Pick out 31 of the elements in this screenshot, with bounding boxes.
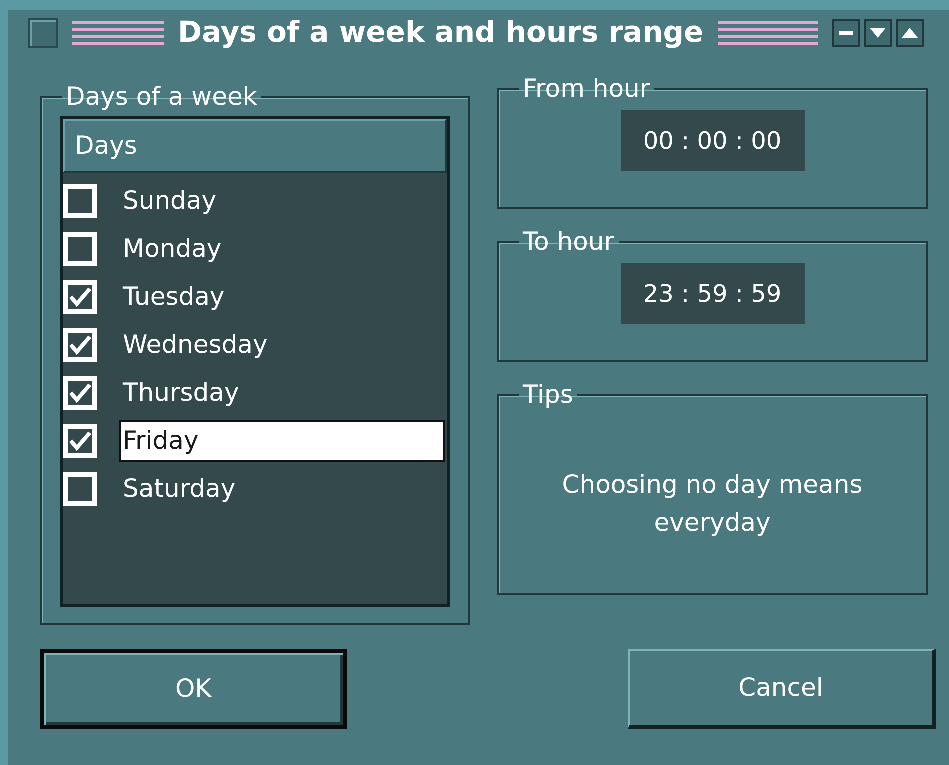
dialog-button[interactable]: Cancel: [628, 649, 936, 729]
time-field[interactable]: 23 : 59 : 59: [620, 263, 804, 324]
shade-down-button[interactable]: [864, 19, 892, 47]
checkbox[interactable]: [63, 184, 97, 218]
checked-checkbox[interactable]: [63, 280, 97, 314]
window-title: Days of a week and hours range: [178, 14, 704, 52]
checkbox[interactable]: [63, 472, 97, 506]
checked-checkbox[interactable]: [63, 328, 97, 362]
group-title: To hour: [522, 229, 616, 255]
window-menu-button[interactable]: [28, 18, 58, 48]
dialog-button[interactable]: OK: [40, 649, 347, 729]
checked-checkbox[interactable]: [63, 424, 97, 458]
minimize-button[interactable]: [832, 19, 860, 47]
day-label[interactable]: Thursday: [119, 374, 447, 412]
day-label[interactable]: Saturday: [119, 470, 447, 508]
checkbox[interactable]: [63, 232, 97, 266]
maximize-button[interactable]: [896, 19, 924, 47]
group-title: Days of a week: [65, 84, 258, 110]
time-field[interactable]: 00 : 00 : 00: [620, 110, 804, 171]
day-label[interactable]: Monday: [119, 230, 447, 268]
day-label[interactable]: Tuesday: [119, 278, 447, 316]
checked-checkbox[interactable]: [63, 376, 97, 410]
day-label[interactable]: Sunday: [119, 182, 447, 220]
column-header[interactable]: Days: [63, 119, 447, 173]
group-title: Tips: [522, 382, 574, 408]
title-stripes-icon: [72, 20, 164, 46]
group-title: From hour: [522, 76, 652, 102]
tip-text: Choosing no day means everyday: [561, 469, 864, 539]
day-label[interactable]: Wednesday: [119, 326, 447, 364]
title-stripes-icon: [718, 20, 818, 46]
day-label[interactable]: Friday: [119, 420, 445, 462]
